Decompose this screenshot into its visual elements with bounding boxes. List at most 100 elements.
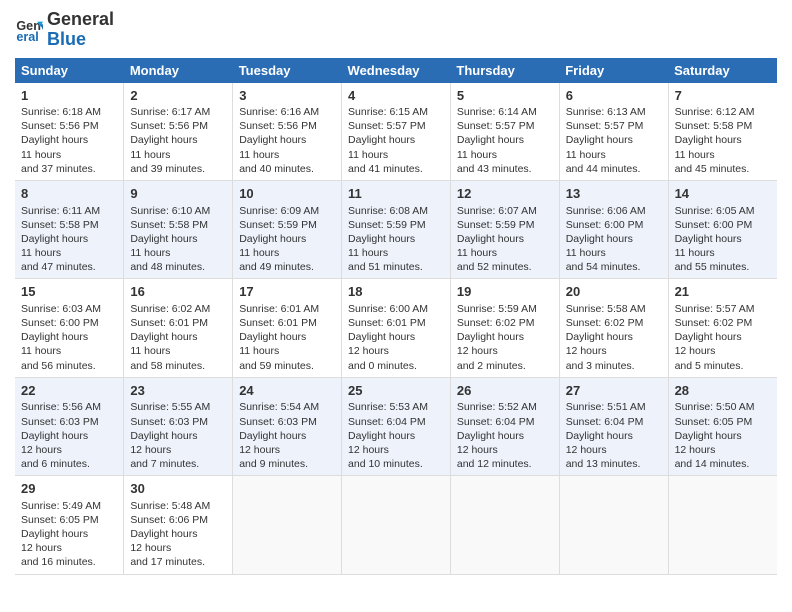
day-number: 9 [130, 185, 226, 203]
day-number: 3 [239, 87, 335, 105]
day-info: Sunrise: 6:12 AMSunset: 5:58 PMDaylight … [675, 105, 771, 176]
day-info: Sunrise: 6:01 AMSunset: 6:01 PMDaylight … [239, 302, 335, 373]
calendar-cell: 29Sunrise: 5:49 AMSunset: 6:05 PMDayligh… [15, 476, 124, 574]
day-number: 17 [239, 283, 335, 301]
day-info: Sunrise: 6:10 AMSunset: 5:58 PMDaylight … [130, 204, 226, 275]
calendar-cell: 16Sunrise: 6:02 AMSunset: 6:01 PMDayligh… [124, 279, 233, 377]
day-info: Sunrise: 6:11 AMSunset: 5:58 PMDaylight … [21, 204, 117, 275]
calendar-cell: 15Sunrise: 6:03 AMSunset: 6:00 PMDayligh… [15, 279, 124, 377]
header: Gen eral General Blue [15, 10, 777, 50]
day-number: 23 [130, 382, 226, 400]
day-number: 6 [566, 87, 662, 105]
day-info: Sunrise: 5:49 AMSunset: 6:05 PMDaylight … [21, 499, 117, 570]
day-number: 13 [566, 185, 662, 203]
week-row-2: 8Sunrise: 6:11 AMSunset: 5:58 PMDaylight… [15, 181, 777, 279]
day-number: 4 [348, 87, 444, 105]
day-info: Sunrise: 5:52 AMSunset: 6:04 PMDaylight … [457, 400, 553, 471]
day-number: 18 [348, 283, 444, 301]
calendar-cell: 18Sunrise: 6:00 AMSunset: 6:01 PMDayligh… [342, 279, 451, 377]
calendar-table: SundayMondayTuesdayWednesdayThursdayFrid… [15, 58, 777, 575]
weekday-header-row: SundayMondayTuesdayWednesdayThursdayFrid… [15, 58, 777, 83]
logo: Gen eral General Blue [15, 10, 114, 50]
day-number: 28 [675, 382, 771, 400]
day-info: Sunrise: 6:16 AMSunset: 5:56 PMDaylight … [239, 105, 335, 176]
day-number: 27 [566, 382, 662, 400]
day-info: Sunrise: 5:51 AMSunset: 6:04 PMDaylight … [566, 400, 662, 471]
day-number: 30 [130, 480, 226, 498]
day-info: Sunrise: 5:48 AMSunset: 6:06 PMDaylight … [130, 499, 226, 570]
day-number: 15 [21, 283, 117, 301]
day-number: 24 [239, 382, 335, 400]
svg-text:eral: eral [16, 30, 38, 44]
day-info: Sunrise: 5:57 AMSunset: 6:02 PMDaylight … [675, 302, 771, 373]
day-number: 1 [21, 87, 117, 105]
day-info: Sunrise: 6:15 AMSunset: 5:57 PMDaylight … [348, 105, 444, 176]
main-container: Gen eral General Blue SundayMondayTuesda… [0, 0, 792, 585]
week-row-1: 1Sunrise: 6:18 AMSunset: 5:56 PMDaylight… [15, 83, 777, 181]
calendar-cell: 11Sunrise: 6:08 AMSunset: 5:59 PMDayligh… [342, 181, 451, 279]
calendar-cell: 30Sunrise: 5:48 AMSunset: 6:06 PMDayligh… [124, 476, 233, 574]
day-number: 14 [675, 185, 771, 203]
day-info: Sunrise: 6:06 AMSunset: 6:00 PMDaylight … [566, 204, 662, 275]
day-info: Sunrise: 6:02 AMSunset: 6:01 PMDaylight … [130, 302, 226, 373]
calendar-cell: 6Sunrise: 6:13 AMSunset: 5:57 PMDaylight… [559, 83, 668, 181]
weekday-header-thursday: Thursday [450, 58, 559, 83]
day-info: Sunrise: 6:05 AMSunset: 6:00 PMDaylight … [675, 204, 771, 275]
day-info: Sunrise: 6:00 AMSunset: 6:01 PMDaylight … [348, 302, 444, 373]
calendar-cell [450, 476, 559, 574]
weekday-header-wednesday: Wednesday [342, 58, 451, 83]
day-info: Sunrise: 6:13 AMSunset: 5:57 PMDaylight … [566, 105, 662, 176]
day-info: Sunrise: 5:55 AMSunset: 6:03 PMDaylight … [130, 400, 226, 471]
calendar-cell [668, 476, 777, 574]
calendar-cell: 19Sunrise: 5:59 AMSunset: 6:02 PMDayligh… [450, 279, 559, 377]
calendar-cell: 10Sunrise: 6:09 AMSunset: 5:59 PMDayligh… [233, 181, 342, 279]
day-number: 19 [457, 283, 553, 301]
calendar-cell: 9Sunrise: 6:10 AMSunset: 5:58 PMDaylight… [124, 181, 233, 279]
day-info: Sunrise: 5:58 AMSunset: 6:02 PMDaylight … [566, 302, 662, 373]
day-number: 2 [130, 87, 226, 105]
week-row-4: 22Sunrise: 5:56 AMSunset: 6:03 PMDayligh… [15, 377, 777, 475]
day-info: Sunrise: 5:59 AMSunset: 6:02 PMDaylight … [457, 302, 553, 373]
day-info: Sunrise: 5:50 AMSunset: 6:05 PMDaylight … [675, 400, 771, 471]
day-info: Sunrise: 6:09 AMSunset: 5:59 PMDaylight … [239, 204, 335, 275]
day-number: 29 [21, 480, 117, 498]
calendar-cell: 8Sunrise: 6:11 AMSunset: 5:58 PMDaylight… [15, 181, 124, 279]
calendar-cell: 20Sunrise: 5:58 AMSunset: 6:02 PMDayligh… [559, 279, 668, 377]
calendar-cell: 24Sunrise: 5:54 AMSunset: 6:03 PMDayligh… [233, 377, 342, 475]
day-number: 8 [21, 185, 117, 203]
calendar-cell: 22Sunrise: 5:56 AMSunset: 6:03 PMDayligh… [15, 377, 124, 475]
calendar-cell: 7Sunrise: 6:12 AMSunset: 5:58 PMDaylight… [668, 83, 777, 181]
calendar-cell: 4Sunrise: 6:15 AMSunset: 5:57 PMDaylight… [342, 83, 451, 181]
day-number: 26 [457, 382, 553, 400]
weekday-header-saturday: Saturday [668, 58, 777, 83]
calendar-cell: 23Sunrise: 5:55 AMSunset: 6:03 PMDayligh… [124, 377, 233, 475]
day-info: Sunrise: 6:14 AMSunset: 5:57 PMDaylight … [457, 105, 553, 176]
week-row-5: 29Sunrise: 5:49 AMSunset: 6:05 PMDayligh… [15, 476, 777, 574]
day-number: 11 [348, 185, 444, 203]
calendar-cell: 26Sunrise: 5:52 AMSunset: 6:04 PMDayligh… [450, 377, 559, 475]
day-info: Sunrise: 6:07 AMSunset: 5:59 PMDaylight … [457, 204, 553, 275]
calendar-cell: 27Sunrise: 5:51 AMSunset: 6:04 PMDayligh… [559, 377, 668, 475]
calendar-cell: 12Sunrise: 6:07 AMSunset: 5:59 PMDayligh… [450, 181, 559, 279]
calendar-cell [559, 476, 668, 574]
calendar-cell: 17Sunrise: 6:01 AMSunset: 6:01 PMDayligh… [233, 279, 342, 377]
weekday-header-tuesday: Tuesday [233, 58, 342, 83]
week-row-3: 15Sunrise: 6:03 AMSunset: 6:00 PMDayligh… [15, 279, 777, 377]
calendar-cell: 14Sunrise: 6:05 AMSunset: 6:00 PMDayligh… [668, 181, 777, 279]
calendar-cell [342, 476, 451, 574]
day-number: 25 [348, 382, 444, 400]
day-number: 16 [130, 283, 226, 301]
day-info: Sunrise: 6:03 AMSunset: 6:00 PMDaylight … [21, 302, 117, 373]
calendar-cell: 1Sunrise: 6:18 AMSunset: 5:56 PMDaylight… [15, 83, 124, 181]
weekday-header-monday: Monday [124, 58, 233, 83]
day-info: Sunrise: 5:56 AMSunset: 6:03 PMDaylight … [21, 400, 117, 471]
day-info: Sunrise: 5:53 AMSunset: 6:04 PMDaylight … [348, 400, 444, 471]
day-number: 5 [457, 87, 553, 105]
calendar-cell [233, 476, 342, 574]
logo-text: General Blue [47, 10, 114, 50]
calendar-cell: 5Sunrise: 6:14 AMSunset: 5:57 PMDaylight… [450, 83, 559, 181]
weekday-header-friday: Friday [559, 58, 668, 83]
logo-icon: Gen eral [15, 16, 43, 44]
calendar-cell: 2Sunrise: 6:17 AMSunset: 5:56 PMDaylight… [124, 83, 233, 181]
day-info: Sunrise: 6:17 AMSunset: 5:56 PMDaylight … [130, 105, 226, 176]
